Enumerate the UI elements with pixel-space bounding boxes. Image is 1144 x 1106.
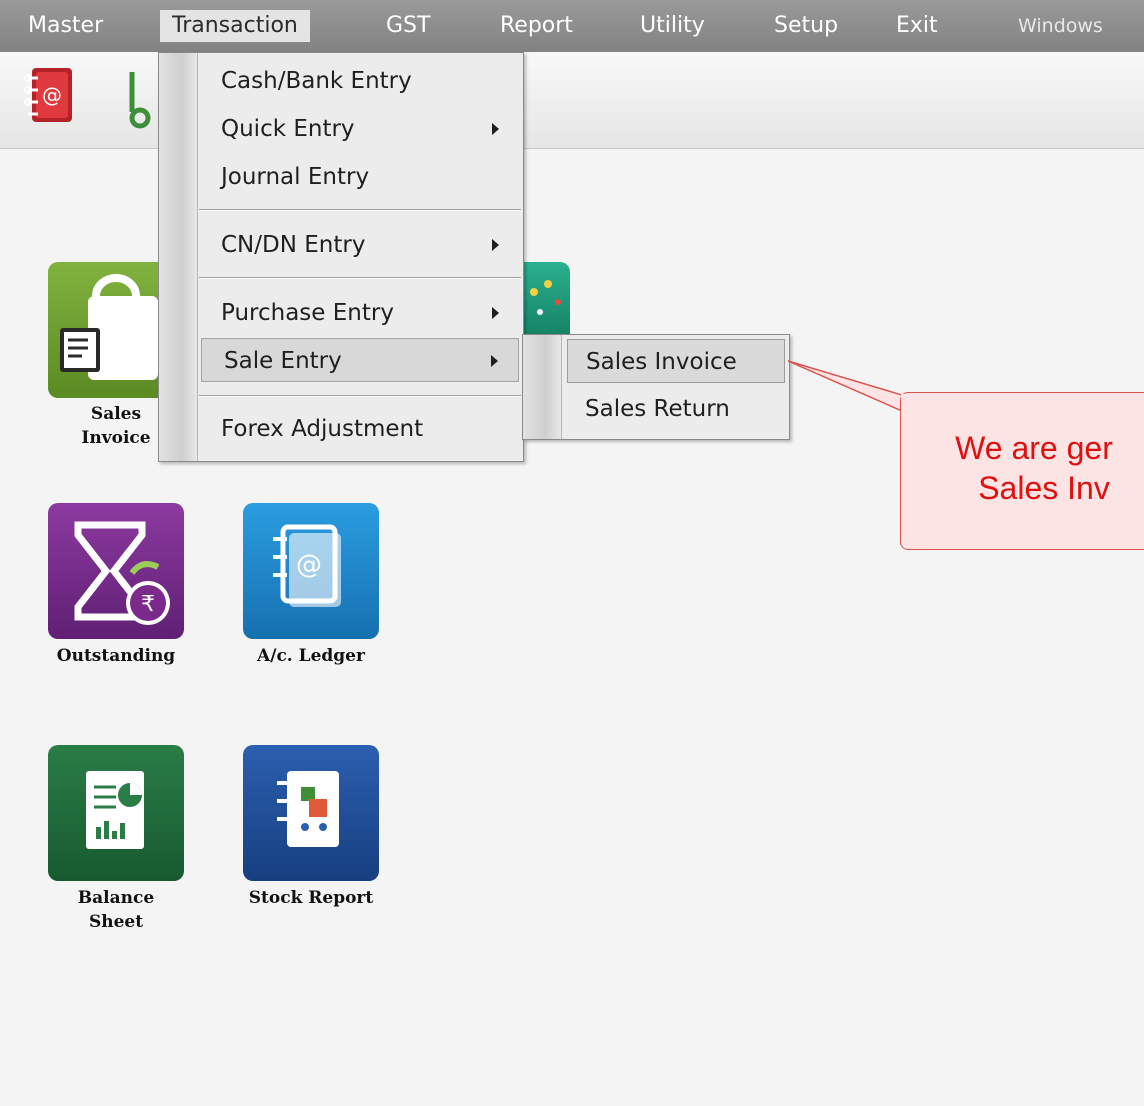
menu-item-purchase-entry[interactable]: Purchase Entry bbox=[199, 291, 519, 335]
balance-sheet-label: Balance Sheet bbox=[77, 888, 155, 932]
menu-separator bbox=[199, 277, 521, 279]
sale-entry-submenu: Sales Invoice Sales Return bbox=[522, 334, 790, 440]
hourglass-icon: ₹ bbox=[74, 521, 170, 625]
menu-item-forex-adjustment[interactable]: Forex Adjustment bbox=[199, 407, 519, 451]
svg-text:@: @ bbox=[296, 550, 322, 580]
menu-utility[interactable]: Utility bbox=[628, 10, 717, 42]
ac-ledger-tile[interactable]: @ bbox=[243, 503, 379, 639]
menu-item-sale-entry[interactable]: Sale Entry bbox=[201, 338, 519, 382]
submenu-arrow-icon bbox=[492, 307, 499, 319]
ledger-book-icon[interactable]: @ bbox=[20, 64, 80, 128]
menu-separator bbox=[199, 395, 521, 397]
menu-item-journal-entry[interactable]: Journal Entry bbox=[199, 155, 519, 199]
menu-master[interactable]: Master bbox=[16, 10, 115, 42]
menu-separator bbox=[199, 209, 521, 211]
menu-report[interactable]: Report bbox=[488, 10, 585, 42]
submenu-gutter bbox=[523, 335, 562, 439]
menu-item-cash-bank-entry[interactable]: Cash/Bank Entry bbox=[199, 59, 519, 103]
callout-text: We are ger Sales Inv bbox=[955, 430, 1113, 506]
menu-item-cn-dn-entry[interactable]: CN/DN Entry bbox=[199, 223, 519, 267]
transaction-dropdown: Cash/Bank Entry Quick Entry Journal Entr… bbox=[158, 52, 524, 462]
outstanding-tile[interactable]: ₹ bbox=[48, 503, 184, 639]
menu-bar: Master Transaction GST Report Utility Se… bbox=[0, 0, 1144, 52]
callout-pointer-joint bbox=[901, 394, 927, 422]
entry-icon bbox=[530, 280, 561, 315]
stock-report-label: Stock Report bbox=[248, 888, 374, 908]
submenu-item-sales-invoice[interactable]: Sales Invoice bbox=[567, 339, 785, 383]
menu-transaction[interactable]: Transaction bbox=[160, 10, 310, 42]
dropdown-gutter bbox=[159, 53, 198, 461]
outstanding-label: Outstanding bbox=[56, 646, 176, 666]
stock-report-tile[interactable] bbox=[243, 745, 379, 881]
entry-tile[interactable] bbox=[522, 262, 570, 334]
svg-text:@: @ bbox=[42, 83, 62, 107]
submenu-arrow-icon bbox=[492, 239, 499, 251]
submenu-arrow-icon bbox=[492, 123, 499, 135]
menu-setup[interactable]: Setup bbox=[762, 10, 850, 42]
balance-sheet-tile[interactable] bbox=[48, 745, 184, 881]
ledger-icon: @ bbox=[273, 524, 341, 607]
ac-ledger-label: A/c. Ledger bbox=[257, 646, 365, 666]
menu-gst[interactable]: GST bbox=[374, 10, 442, 42]
menu-windows[interactable]: Windows bbox=[1006, 10, 1115, 42]
balance-sheet-icon bbox=[86, 771, 144, 849]
stock-report-icon bbox=[277, 771, 339, 847]
submenu-item-sales-return[interactable]: Sales Return bbox=[567, 387, 785, 431]
menu-exit[interactable]: Exit bbox=[884, 10, 950, 42]
submenu-arrow-icon bbox=[491, 355, 498, 367]
payment-icon[interactable] bbox=[122, 66, 158, 130]
menu-item-quick-entry[interactable]: Quick Entry bbox=[199, 107, 519, 151]
svg-text:₹: ₹ bbox=[141, 592, 155, 617]
